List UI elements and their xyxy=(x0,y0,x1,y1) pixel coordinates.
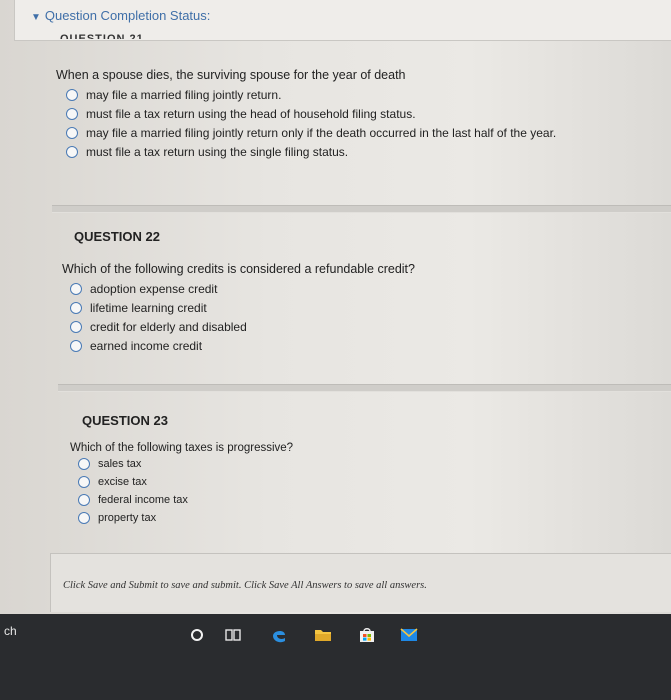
answer-option[interactable]: lifetime learning credit xyxy=(70,298,642,317)
screen: ▼ Question Completion Status: QUESTION 21… xyxy=(0,0,671,700)
answer-label: may file a married filing jointly return… xyxy=(86,87,282,102)
completion-status-toggle[interactable]: ▼ Question Completion Status: xyxy=(31,8,210,23)
completion-status-label: Question Completion Status: xyxy=(44,8,211,23)
question-22: QUESTION 22 Which of the following credi… xyxy=(62,229,642,355)
submit-instructions-box: Click Save and Submit to save and submit… xyxy=(50,553,671,612)
radio-button[interactable] xyxy=(78,494,90,506)
answer-label: earned income credit xyxy=(90,338,203,353)
question-prompt: Which of the following credits is consid… xyxy=(62,262,415,276)
answer-label: may file a married filing jointly return… xyxy=(86,125,557,140)
question-heading: QUESTION 23 xyxy=(82,413,168,428)
question-23: QUESTION 23 Which of the following taxes… xyxy=(70,413,650,527)
answer-label: must file a tax return using the single … xyxy=(86,144,349,159)
answer-option[interactable]: must file a tax return using the head of… xyxy=(66,104,656,123)
submit-instructions: Click Save and Submit to save and submit… xyxy=(63,580,427,591)
answer-label: must file a tax return using the head of… xyxy=(86,106,416,121)
answer-option[interactable]: may file a married filing jointly return… xyxy=(66,85,656,104)
answer-label: excise tax xyxy=(98,476,147,488)
radio-button[interactable] xyxy=(66,88,78,101)
radio-button[interactable] xyxy=(78,458,90,470)
store-icon[interactable] xyxy=(358,626,376,644)
question-prompt: Which of the following taxes is progress… xyxy=(70,442,294,454)
answer-option[interactable]: earned income credit xyxy=(70,336,642,355)
answer-label: federal income tax xyxy=(98,494,188,506)
radio-button[interactable] xyxy=(70,320,82,333)
question-21: When a spouse dies, the surviving spouse… xyxy=(56,68,656,161)
taskbar: ch xyxy=(0,614,671,700)
taskbar-search-box[interactable]: ch xyxy=(4,624,17,638)
answer-option[interactable]: federal income tax xyxy=(78,491,650,509)
radio-button[interactable] xyxy=(66,107,78,120)
answer-label: sales tax xyxy=(98,458,142,470)
radio-button[interactable] xyxy=(66,145,78,158)
answer-option[interactable]: sales tax xyxy=(78,455,650,473)
answer-option[interactable]: may file a married filing jointly return… xyxy=(66,123,656,142)
cortana-icon[interactable] xyxy=(188,626,206,644)
question-21-heading: QUESTION 21 xyxy=(60,33,144,39)
radio-button[interactable] xyxy=(70,339,82,352)
answer-label: property tax xyxy=(98,512,157,524)
answer-option[interactable]: must file a tax return using the single … xyxy=(66,142,656,161)
question-heading: QUESTION 22 xyxy=(74,229,160,244)
answer-label: lifetime learning credit xyxy=(90,300,207,315)
question-separator xyxy=(52,205,671,213)
answer-option[interactable]: property tax xyxy=(78,509,650,527)
answer-label: adoption expense credit xyxy=(90,281,218,296)
task-view-icon[interactable] xyxy=(224,626,242,644)
answer-label: credit for elderly and disabled xyxy=(90,319,247,334)
question-separator xyxy=(58,384,671,392)
radio-button[interactable] xyxy=(70,282,82,295)
chevron-down-icon: ▼ xyxy=(31,12,41,23)
radio-button[interactable] xyxy=(70,301,82,314)
question-prompt: When a spouse dies, the surviving spouse… xyxy=(56,68,406,82)
answer-option[interactable]: excise tax xyxy=(78,473,650,491)
answer-option[interactable]: credit for elderly and disabled xyxy=(70,317,642,336)
edge-icon[interactable] xyxy=(270,626,288,644)
file-explorer-icon[interactable] xyxy=(314,626,332,644)
radio-button[interactable] xyxy=(78,476,90,488)
mail-icon[interactable] xyxy=(400,626,418,644)
radio-button[interactable] xyxy=(78,512,90,524)
radio-button[interactable] xyxy=(66,126,78,139)
answer-option[interactable]: adoption expense credit xyxy=(70,279,642,298)
